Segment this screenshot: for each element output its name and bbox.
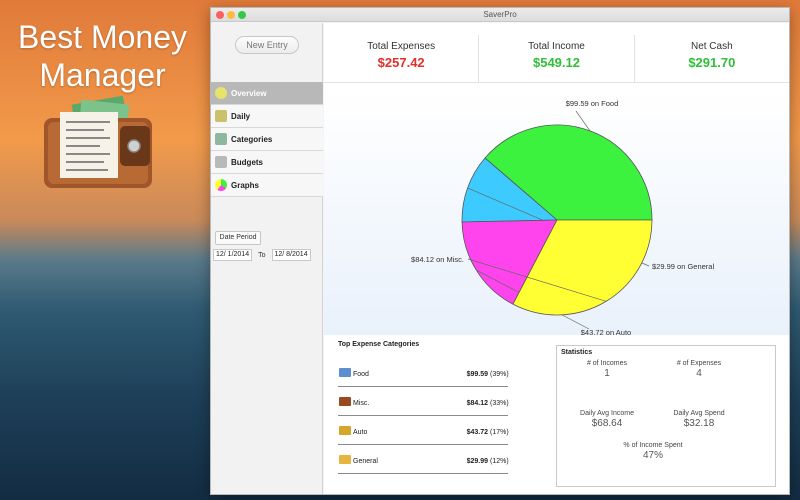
date-to-label: To (258, 251, 266, 259)
sidebar-item-daily[interactable]: Daily (211, 105, 323, 128)
sidebar-item-label: Overview (231, 88, 267, 98)
title-bar: SaverPro (211, 8, 789, 22)
total-income-label: Total Income (528, 41, 585, 52)
category-amount: $84.12 (466, 400, 488, 407)
pie-chart-svg: $99.59 on Food $29.99 on General $43.72 on… (411, 99, 714, 335)
lightbulb-icon (215, 87, 227, 99)
category-percent: (33%) (490, 400, 509, 407)
pie-chart-icon (215, 179, 227, 191)
wallet-icon (44, 96, 152, 188)
pie-slice-label: $29.99 on General (652, 262, 714, 271)
stat-label: # of Expenses (676, 360, 722, 367)
sidebar-item-overview[interactable]: Overview (211, 82, 323, 105)
stat-value: 4 (696, 368, 702, 379)
basket-icon (339, 368, 351, 377)
table-row[interactable]: General $29.99 (12%) (338, 445, 509, 474)
promo-line-2: Manager (39, 57, 166, 93)
category-name: Food (353, 371, 369, 378)
total-income: Total Income $549.12 (479, 35, 635, 82)
total-expenses-label: Total Expenses (367, 41, 436, 52)
category-percent: (12%) (490, 458, 509, 465)
net-cash-label: Net Cash (690, 41, 733, 52)
main-content: Total Expenses $257.42 Total Income $549… (324, 23, 789, 494)
statistics-title: Statistics (561, 349, 593, 356)
ledger-icon (215, 156, 227, 168)
stat-value: $32.18 (683, 418, 715, 429)
total-expenses: Total Expenses $257.42 (324, 35, 480, 82)
category-amount: $43.72 (466, 429, 488, 436)
stat-label: Daily Avg Income (580, 410, 634, 417)
wallet-icon (339, 397, 351, 406)
expense-pie-chart: $99.59 on Food $29.99 on General $43.72 on… (324, 91, 789, 335)
sidebar: New Entry Overview Daily Categories Budg… (211, 23, 323, 494)
sidebar-item-graphs[interactable]: Graphs (211, 174, 323, 197)
net-cash: Net Cash $291.70 (635, 35, 789, 82)
category-name: Misc. (353, 400, 370, 407)
sidebar-item-label: Daily (231, 111, 251, 121)
table-row[interactable]: Food $99.59 (39%) (338, 358, 509, 387)
pie-slice-label: $84.12 on Misc. (411, 255, 464, 264)
car-icon (339, 426, 351, 435)
stat-label: % of Income Spent (623, 442, 683, 449)
sidebar-item-label: Categories (231, 134, 273, 144)
table-row[interactable]: Auto $43.72 (17%) (338, 416, 509, 445)
new-entry-button[interactable]: New Entry (235, 36, 299, 54)
stat-label: # of Incomes (586, 360, 628, 367)
stat-value: 47% (642, 450, 663, 461)
date-to-field[interactable]: 12/ 8/2014 (271, 249, 311, 261)
category-amount: $99.59 (466, 371, 488, 378)
category-percent: (39%) (490, 371, 509, 378)
stat-label: Daily Avg Spend (673, 410, 725, 417)
summary-bar: Total Expenses $257.42 Total Income $549… (324, 35, 789, 83)
category-name: General (353, 458, 378, 465)
sidebar-item-label: Budgets (231, 157, 263, 167)
top-expense-categories: Top Expense Categories Food $99.59 (39%)… (338, 341, 509, 474)
total-income-value: $549.12 (532, 55, 580, 70)
date-from-field[interactable]: 12/ 1/2014 (213, 249, 253, 261)
stat-incomes: # of Incomes 1 (557, 360, 657, 379)
stat-expenses: # of Expenses 4 (649, 360, 749, 379)
date-range: 12/ 1/2014 To 12/ 8/2014 (213, 249, 311, 261)
statistics-panel: Statistics # of Incomes 1 # of Expenses … (556, 345, 776, 487)
date-period-button[interactable]: Date Period (215, 231, 261, 245)
calendar-icon (215, 110, 227, 122)
category-amount: $29.99 (466, 458, 488, 465)
stat-daily-avg-income: Daily Avg Income $68.64 (557, 410, 657, 429)
sidebar-item-label: Graphs (231, 180, 260, 190)
table-row[interactable]: Misc. $84.12 (33%) (338, 387, 509, 416)
sidebar-item-categories[interactable]: Categories (211, 128, 323, 151)
promo-line-1: Best Money (18, 19, 187, 55)
total-expenses-value: $257.42 (377, 55, 425, 70)
promo-title: Best Money Manager (0, 18, 205, 94)
tag-icon (215, 133, 227, 145)
stat-value: 1 (604, 368, 610, 379)
net-cash-value: $291.70 (688, 55, 736, 70)
stat-income-spent: % of Income Spent 47% (603, 442, 703, 461)
sidebar-nav: Overview Daily Categories Budgets Graphs (211, 82, 323, 197)
sidebar-item-budgets[interactable]: Budgets (211, 151, 323, 174)
stat-value: $68.64 (591, 418, 623, 429)
folder-icon (339, 455, 351, 464)
top-expense-title: Top Expense Categories (338, 341, 420, 348)
stat-daily-avg-spend: Daily Avg Spend $32.18 (649, 410, 749, 429)
pie-slice-label: $43.72 on Auto (581, 328, 631, 335)
window-title: SaverPro (483, 10, 517, 19)
app-window: SaverPro New Entry Overview Daily Catego… (210, 7, 790, 495)
category-name: Auto (353, 429, 368, 436)
pie-slice-label: $99.59 on Food (566, 99, 619, 108)
category-percent: (17%) (490, 429, 509, 436)
